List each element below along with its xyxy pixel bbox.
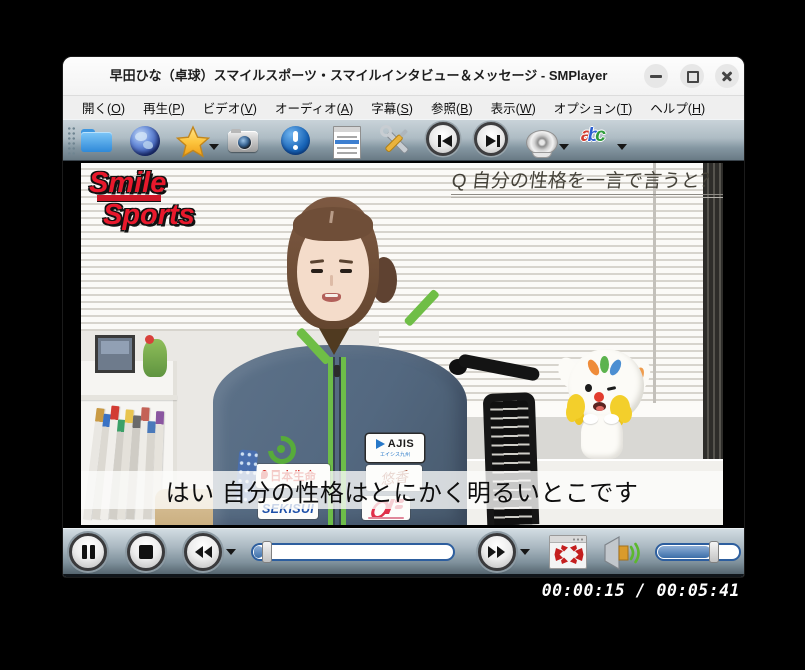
next-chapter-button[interactable]	[474, 122, 508, 156]
video-region[interactable]: 日本生命 AJIS エイシス九州 悠香 SEKISUI Smile	[63, 161, 744, 528]
time-display: 00:00:15 / 00:05:41	[445, 581, 740, 600]
volume-slider[interactable]	[655, 543, 741, 561]
preferences-button[interactable]	[377, 122, 415, 160]
previous-icon	[429, 125, 461, 157]
pause-button[interactable]	[69, 533, 107, 571]
subtitles-dropdown-caret[interactable]	[617, 144, 627, 150]
close-button[interactable]	[715, 64, 739, 88]
playlist-button[interactable]	[327, 122, 365, 160]
tools-icon	[379, 124, 413, 158]
menu-item[interactable]: オプション(T)	[545, 98, 641, 117]
maximize-icon	[687, 71, 699, 83]
favorites-dropdown-caret[interactable]	[209, 144, 219, 150]
rewind-button[interactable]	[184, 533, 222, 571]
mute-button[interactable]	[599, 535, 643, 571]
mascot-leaf-green	[600, 356, 609, 373]
volume-level	[658, 546, 711, 558]
menu-item[interactable]: 字幕(S)	[362, 98, 422, 117]
video-frame: 日本生命 AJIS エイシス九州 悠香 SEKISUI Smile	[81, 163, 723, 525]
volume-icon	[599, 535, 643, 571]
smplayer-window: 早田ひな（卓球）スマイルスポーツ・スマイルインタビュー＆メッセージ - SMPl…	[63, 57, 744, 577]
interview-question: Q 自分の性格を一言で言うと？	[422, 166, 721, 193]
menu-item[interactable]: 開く(O)	[73, 98, 134, 117]
rewind-dropdown-caret[interactable]	[226, 549, 236, 555]
camera-icon	[228, 131, 258, 152]
fast-forward-icon	[481, 536, 513, 568]
subtitle-band: はい 自分の性格はとにかく明るいとこです	[81, 471, 723, 509]
window-title: 早田ひな（卓球）スマイルスポーツ・スマイルインタビュー＆メッセージ - SMPl…	[83, 57, 634, 95]
question-underline	[451, 194, 723, 198]
menu-item[interactable]: ヘルプ(H)	[641, 98, 714, 117]
open-file-button[interactable]	[78, 122, 116, 160]
photo-frame	[95, 335, 135, 373]
pause-icon	[82, 545, 87, 559]
star-icon	[175, 124, 211, 160]
control-bar	[63, 528, 744, 577]
audio-button[interactable]	[522, 122, 560, 160]
fast-forward-dropdown-caret[interactable]	[520, 549, 530, 555]
smile-sports-logo: Smile Sports	[89, 169, 195, 230]
fast-forward-button[interactable]	[478, 533, 516, 571]
next-icon	[477, 125, 509, 157]
maximize-button[interactable]	[680, 64, 704, 88]
minimize-icon	[650, 75, 662, 78]
minimize-button[interactable]	[644, 64, 668, 88]
plant	[143, 339, 167, 377]
abc-icon: abc	[581, 125, 602, 147]
info-icon	[281, 126, 310, 155]
stop-icon	[139, 545, 153, 559]
menu-bar: 開く(O)再生(P)ビデオ(V)オーディオ(A)字幕(S)参照(B)表示(W)オ…	[63, 95, 744, 119]
menu-item[interactable]: 表示(W)	[482, 98, 545, 117]
stop-button[interactable]	[127, 533, 165, 571]
toolbar-drag-handle[interactable]	[67, 126, 76, 156]
subtitles-button[interactable]: abc	[579, 122, 617, 160]
seek-handle[interactable]	[262, 541, 272, 563]
subtitle-text: はい 自分の性格はとにかく明るいとこです	[166, 473, 639, 508]
fullscreen-icon	[550, 536, 588, 570]
toolbar: abc	[63, 119, 744, 161]
menu-item[interactable]: オーディオ(A)	[266, 98, 362, 117]
window-frame-line	[653, 163, 656, 409]
playlist-icon	[333, 126, 361, 159]
favorites-button[interactable]	[174, 122, 212, 160]
sponsor-patch-ajis: AJIS エイシス九州	[366, 434, 424, 462]
menu-item[interactable]: 参照(B)	[422, 98, 482, 117]
shelf-board	[81, 395, 177, 400]
fullscreen-button[interactable]	[549, 535, 587, 569]
folder-icon	[81, 129, 112, 152]
screenshot-button[interactable]	[224, 122, 262, 160]
rewind-icon	[187, 536, 219, 568]
globe-icon	[130, 126, 160, 156]
volume-handle[interactable]	[709, 541, 719, 563]
open-url-button[interactable]	[126, 122, 164, 160]
audio-dropdown-caret[interactable]	[559, 144, 569, 150]
menu-item[interactable]: ビデオ(V)	[194, 98, 266, 117]
dark-curtain-strip	[703, 163, 723, 459]
previous-chapter-button[interactable]	[426, 122, 460, 156]
seek-slider[interactable]	[251, 543, 455, 561]
menu-item[interactable]: 再生(P)	[134, 98, 194, 117]
title-bar[interactable]: 早田ひな（卓球）スマイルスポーツ・スマイルインタビュー＆メッセージ - SMPl…	[63, 57, 744, 95]
information-button[interactable]	[276, 122, 314, 160]
